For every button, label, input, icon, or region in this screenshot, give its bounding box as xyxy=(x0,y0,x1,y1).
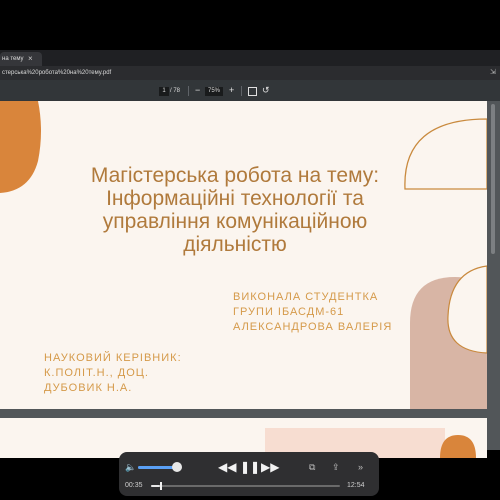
total-time: 12:54 xyxy=(347,482,365,489)
orange-blob-shape xyxy=(0,101,41,193)
zoom-in-button[interactable]: + xyxy=(229,84,234,97)
seek-handle[interactable] xyxy=(159,482,162,490)
advisor-info: НАУКОВИЙ КЕРІВНИК: К.ПОЛІТ.Н., ДОЦ. ДУБО… xyxy=(44,351,182,396)
student-line: АЛЕКСАНДРОВА ВАЛЕРІЯ xyxy=(233,321,393,333)
speaker-icon[interactable]: 🔈 xyxy=(125,461,136,473)
tab-close-icon[interactable]: × xyxy=(28,52,36,66)
title-line: управління комунікаційною xyxy=(102,210,368,233)
elapsed-time: 00:35 xyxy=(125,482,143,489)
student-info: ВИКОНАЛА СТУДЕНТКА ГРУПИ ІБАСДМ-61 АЛЕКС… xyxy=(233,290,392,335)
volume-level xyxy=(138,466,177,469)
volume-knob[interactable] xyxy=(171,462,182,472)
zoom-input[interactable]: 75% xyxy=(205,87,223,96)
advisor-line: К.ПОЛІТ.Н., ДОЦ. xyxy=(44,367,149,379)
pdf-page: Магістерська робота на тему: Інформаційн… xyxy=(0,101,487,409)
pause-button[interactable]: ❚❚ xyxy=(240,458,260,476)
forward-button[interactable]: ▶▶ xyxy=(261,458,279,476)
url-text: стерська%20робота%20на%20тему.pdf xyxy=(2,70,112,76)
title-line: Інформаційні технології та xyxy=(106,187,364,210)
title-line: діяльністю xyxy=(183,233,287,256)
fit-page-icon[interactable] xyxy=(248,87,257,96)
orange-semicircle-shape xyxy=(440,435,476,458)
page-number-input[interactable]: 1 xyxy=(159,87,169,96)
slide-title: Магістерська робота на тему: Інформаційн… xyxy=(40,164,430,256)
seek-bar[interactable] xyxy=(151,485,340,487)
pip-icon[interactable]: ⧉ xyxy=(309,460,315,474)
zoom-out-button[interactable]: − xyxy=(195,84,200,97)
rotate-icon[interactable]: ↺ xyxy=(262,84,270,97)
scrollbar[interactable] xyxy=(491,104,495,254)
rewind-button[interactable]: ◀◀ xyxy=(218,458,236,476)
advisor-line: ДУБОВИК Н.А. xyxy=(44,382,133,394)
tab-title: на тему xyxy=(2,56,24,62)
student-line: ВИКОНАЛА СТУДЕНТКА xyxy=(233,291,379,303)
toolbar-divider xyxy=(188,86,189,96)
tab-bar xyxy=(0,50,500,66)
student-line: ГРУПИ ІБАСДМ-61 xyxy=(233,306,345,318)
open-external-icon[interactable]: ⇲ xyxy=(490,66,500,80)
share-icon[interactable]: ⇪ xyxy=(332,460,340,474)
page-total: / 78 xyxy=(170,88,181,94)
seek-progress xyxy=(151,485,160,487)
advisor-line: НАУКОВИЙ КЕРІВНИК: xyxy=(44,352,182,364)
title-line: Магістерська робота на тему: xyxy=(90,164,380,187)
more-icon[interactable]: » xyxy=(358,460,363,474)
toolbar-divider xyxy=(241,86,242,96)
